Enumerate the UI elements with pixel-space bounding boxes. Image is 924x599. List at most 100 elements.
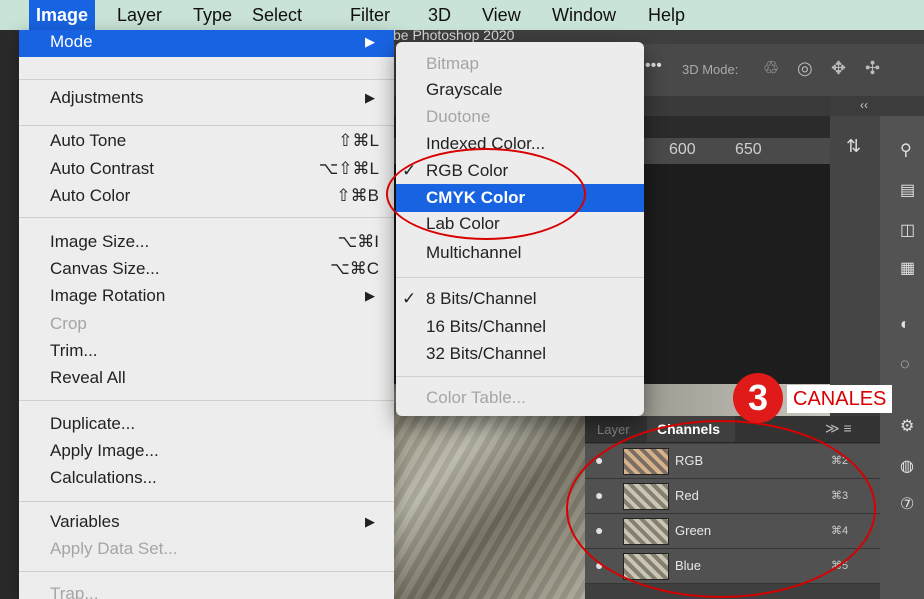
mode-item-8-bits[interactable]: ✓ 8 Bits/Channel: [396, 285, 644, 313]
3d-slide-icon[interactable]: ✣: [865, 58, 880, 79]
history-panel-icon[interactable]: ⇅: [846, 136, 861, 157]
menu-item-image-size[interactable]: Image Size... ⌥⌘I: [19, 228, 394, 256]
menu-item-label: Image Size...: [50, 232, 150, 251]
3d-mode-label: 3D Mode:: [682, 62, 739, 77]
properties-icon[interactable]: ⚲: [900, 140, 912, 160]
mode-item-32-bits[interactable]: 32 Bits/Channel: [396, 340, 644, 368]
mode-item-bitmap: Bitmap: [396, 50, 644, 78]
menu-item-label: 16 Bits/Channel: [426, 317, 547, 336]
panel-menu-icon[interactable]: ≫ ≡: [825, 420, 852, 437]
menu-item-label: Multichannel: [426, 243, 522, 262]
mode-item-multichannel[interactable]: Multichannel: [396, 239, 644, 267]
menu-item-label: Color Table...: [426, 388, 526, 407]
swatches-icon[interactable]: ⚙: [900, 416, 914, 436]
menu-item-label: Crop: [50, 314, 87, 333]
highlight-ring-channels: [566, 420, 876, 598]
menu-item-label: Auto Color: [50, 186, 131, 205]
menu-bar: Image Layer Type Select Filter 3D View W…: [0, 0, 924, 30]
menu-view[interactable]: View: [482, 0, 521, 30]
collapse-dock-icon[interactable]: ‹‹: [860, 98, 868, 112]
styles-icon[interactable]: ▦: [900, 258, 915, 278]
menu-select[interactable]: Select: [252, 0, 302, 30]
menu-item-label: Duplicate...: [50, 414, 136, 433]
gradients-icon[interactable]: ◍: [900, 456, 914, 476]
menu-item-variables[interactable]: Variables ▶: [19, 508, 394, 536]
menu-item-label: Mode: [50, 32, 93, 51]
menu-item-label: Canvas Size...: [50, 259, 160, 278]
submenu-arrow-icon: ▶: [365, 288, 375, 303]
3d-orbit-icon[interactable]: ♲: [763, 58, 779, 79]
menu-item-apply-data-set: Apply Data Set...: [19, 535, 394, 563]
mode-item-duotone: Duotone: [396, 103, 644, 131]
adjustments-icon[interactable]: ◫: [900, 220, 915, 240]
menu-item-label: Apply Image...: [50, 441, 159, 460]
menu-item-label: Trim...: [50, 341, 98, 360]
3d-roll-icon[interactable]: ◎: [797, 58, 813, 79]
menu-layer[interactable]: Layer: [117, 0, 162, 30]
menu-item-shortcut: ⌥⌘I: [337, 232, 379, 251]
menu-item-adjustments[interactable]: Adjustments ▶: [19, 84, 394, 112]
menu-item-label: Trap...: [50, 584, 99, 599]
canvas-photo: [385, 384, 585, 599]
screenshot-stage: Image Layer Type Select Filter 3D View W…: [0, 0, 924, 599]
menu-item-label: Variables: [50, 512, 120, 531]
menu-divider: [19, 400, 394, 401]
tab-layers[interactable]: Layer: [597, 422, 630, 437]
menu-item-label: Image Rotation: [50, 286, 166, 305]
menu-item-duplicate[interactable]: Duplicate...: [19, 410, 394, 438]
menu-item-shortcut: ⌥⌘C: [330, 259, 379, 278]
menu-item-label: Duotone: [426, 107, 491, 126]
menu-item-label: Reveal All: [50, 368, 126, 387]
menu-divider: [396, 376, 644, 377]
ruler-mark: 600: [669, 141, 696, 158]
libraries-icon[interactable]: ▤: [900, 180, 915, 200]
menu-divider: [396, 277, 644, 278]
ruler-mark: 650: [735, 141, 762, 158]
menu-item-label: Grayscale: [426, 80, 503, 99]
menu-item-trim[interactable]: Trim...: [19, 337, 394, 365]
mode-item-16-bits[interactable]: 16 Bits/Channel: [396, 313, 644, 341]
menu-item-calculations[interactable]: Calculations...: [19, 464, 394, 492]
more-icon[interactable]: •••: [645, 57, 662, 75]
menu-item-label: Apply Data Set...: [50, 539, 178, 558]
menu-item-label: 32 Bits/Channel: [426, 344, 547, 363]
menu-type[interactable]: Type: [193, 0, 232, 30]
mode-item-color-table: Color Table...: [396, 384, 644, 412]
menu-divider: [19, 125, 394, 126]
step-number-badge: 3: [733, 373, 783, 423]
menu-item-mode[interactable]: Mode ▶: [19, 30, 394, 57]
menu-item-auto-tone[interactable]: Auto Tone ⇧⌘L: [19, 127, 394, 155]
menu-filter[interactable]: Filter: [350, 0, 390, 30]
menu-help[interactable]: Help: [648, 0, 685, 30]
menu-item-trap: Trap...: [19, 580, 394, 599]
menu-item-shortcut: ⇧⌘B: [336, 186, 379, 205]
menu-item-canvas-size[interactable]: Canvas Size... ⌥⌘C: [19, 255, 394, 283]
menu-item-apply-image[interactable]: Apply Image...: [19, 437, 394, 465]
menu-window[interactable]: Window: [552, 0, 616, 30]
menu-image[interactable]: Image: [29, 0, 96, 30]
menu-item-label: 8 Bits/Channel: [426, 289, 537, 308]
menu-item-crop: Crop: [19, 310, 394, 338]
info-icon[interactable]: ⑦: [900, 494, 914, 514]
menu-divider: [19, 571, 394, 572]
menu-item-shortcut: ⌥⇧⌘L: [318, 159, 379, 178]
menu-item-label: Auto Tone: [50, 131, 127, 150]
menu-item-label: Bitmap: [426, 54, 479, 73]
menu-item-auto-color[interactable]: Auto Color ⇧⌘B: [19, 182, 394, 210]
submenu-arrow-icon: ▶: [365, 90, 375, 105]
mode-item-grayscale[interactable]: Grayscale: [396, 76, 644, 104]
submenu-arrow-icon: ▶: [365, 514, 375, 529]
menu-item-auto-contrast[interactable]: Auto Contrast ⌥⇧⌘L: [19, 155, 394, 183]
menu-item-reveal-all[interactable]: Reveal All: [19, 364, 394, 392]
3d-pan-icon[interactable]: ✥: [831, 58, 846, 79]
menu-item-image-rotation[interactable]: Image Rotation ▶: [19, 282, 394, 310]
window-title-text: be Photoshop 2020: [393, 30, 515, 43]
callout-label: CANALES: [787, 385, 893, 413]
highlight-ring-color-mode: [386, 148, 586, 240]
checkmark-icon: ✓: [402, 289, 417, 308]
menu-item-label: Adjustments: [50, 88, 144, 107]
menu-divider: [19, 501, 394, 502]
brush-icon[interactable]: ◐: [900, 316, 910, 334]
menu-3d[interactable]: 3D: [428, 0, 451, 30]
paths-icon[interactable]: ◌: [900, 356, 910, 374]
